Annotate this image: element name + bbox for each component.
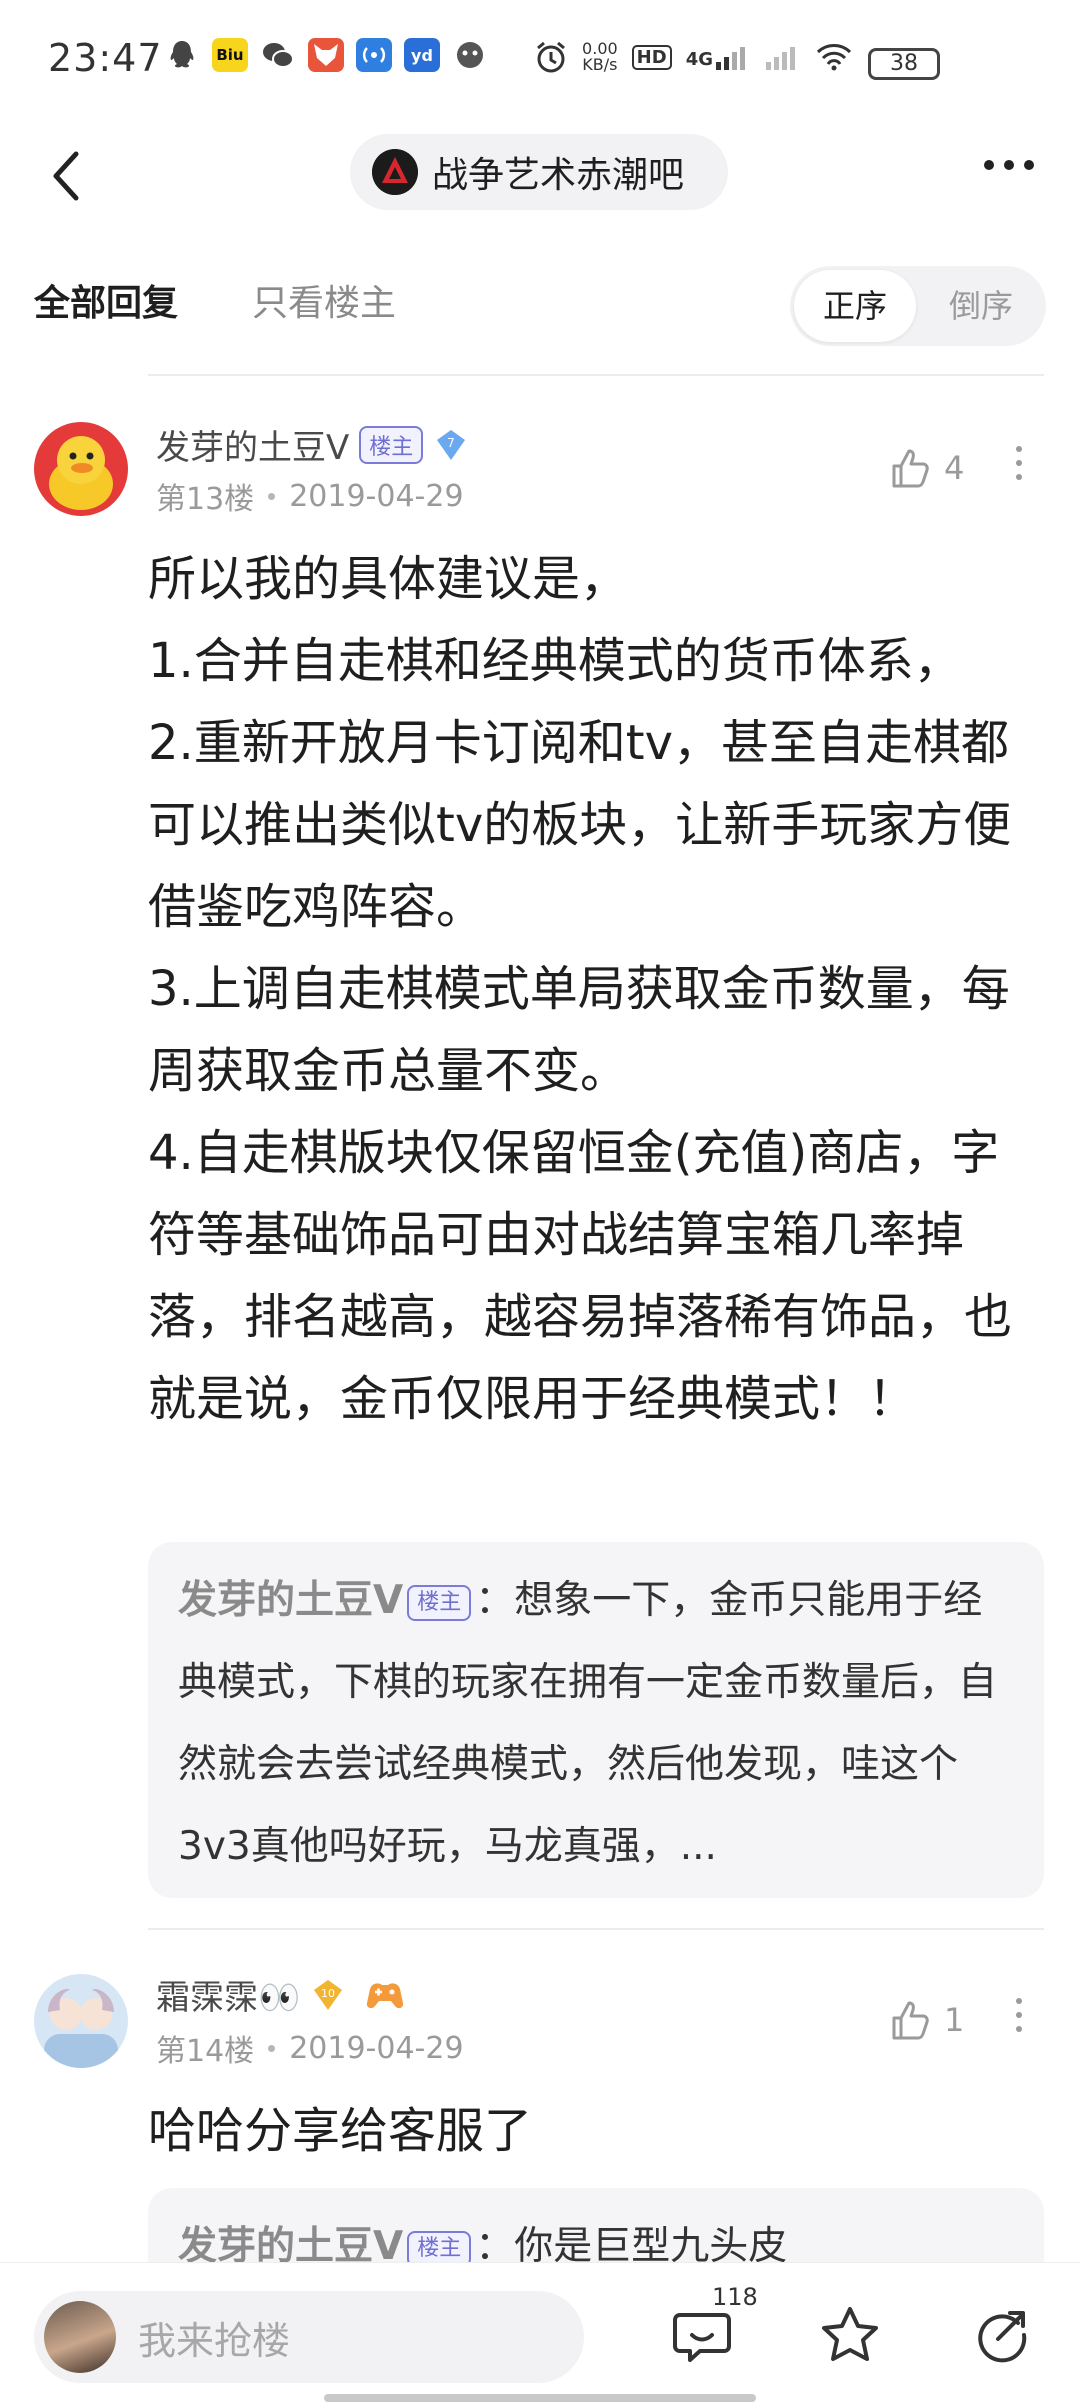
forum-logo-icon bbox=[372, 149, 418, 195]
author-name[interactable]: 霜霂霂👀 bbox=[156, 1970, 300, 2019]
floor-number: 第13楼 bbox=[156, 482, 255, 517]
status-time: 23:47 bbox=[48, 36, 163, 80]
hd-volte-badge: HD bbox=[631, 44, 672, 70]
sub-reply: 发芽的土豆V 楼主 ：想象一下，金币只能用于经典模式，下棋的玩家在拥有一定金币数量后… bbox=[178, 1560, 1016, 1888]
post-meta: 第14楼 2019-04-29 bbox=[156, 2026, 464, 2070]
op-badge: 楼主 bbox=[359, 425, 424, 464]
thumbs-up-icon bbox=[892, 2001, 929, 2040]
meta-separator bbox=[268, 492, 276, 500]
signal-4g-label: 4G bbox=[685, 49, 713, 70]
like-count: 1 bbox=[944, 2001, 965, 2039]
more-dot-icon bbox=[1004, 160, 1014, 170]
signal-4g: 4G bbox=[686, 44, 752, 70]
divider bbox=[148, 1928, 1044, 1930]
fox-app-icon bbox=[308, 38, 344, 72]
top-nav: 战争艺术赤潮吧 bbox=[0, 124, 1080, 224]
signal-bars-sim2-icon bbox=[766, 47, 795, 70]
more-dot-icon bbox=[1016, 2012, 1022, 2018]
notification-icons: Biu yd bbox=[164, 38, 488, 72]
more-options-button[interactable] bbox=[984, 160, 1034, 170]
post-date: 2019-04-29 bbox=[289, 2030, 464, 2066]
more-dot-icon bbox=[1016, 460, 1022, 466]
tab-op-only[interactable]: 只看楼主 bbox=[252, 274, 396, 326]
meta-separator bbox=[268, 2044, 276, 2052]
sub-reply-author[interactable]: 发芽的土豆V bbox=[178, 1578, 403, 1623]
like-button[interactable]: 4 bbox=[888, 446, 964, 490]
reply-filter-tabs: 全部回复 只看楼主 正序 倒序 bbox=[0, 262, 1080, 352]
broadcast-app-icon bbox=[356, 38, 392, 72]
alarm-icon bbox=[537, 41, 566, 73]
post-more-button[interactable] bbox=[1016, 446, 1024, 480]
forum-title-pill[interactable]: 战争艺术赤潮吧 bbox=[350, 134, 728, 210]
sort-toggle: 正序 倒序 bbox=[790, 266, 1046, 346]
post-more-button[interactable] bbox=[1016, 1998, 1024, 2032]
more-dot-icon bbox=[1016, 2026, 1022, 2032]
author-line: 发芽的土豆V 楼主 7 bbox=[156, 420, 469, 469]
avatar[interactable] bbox=[34, 1974, 128, 2068]
comments-button[interactable] bbox=[670, 2303, 734, 2367]
post-content: 所以我的具体建议是， 1.合并自走棋和经典模式的货币体系， 2.重新开放月卡订阅… bbox=[148, 551, 1013, 1427]
reply-placeholder: 我来抢楼 bbox=[138, 2318, 291, 2363]
qq-icon bbox=[164, 38, 200, 72]
op-badge: 楼主 bbox=[407, 1584, 472, 1621]
author-line: 霜霂霂👀 10 bbox=[156, 1970, 406, 2019]
signal-bars-icon bbox=[716, 47, 745, 70]
sort-ascending-button[interactable]: 正序 bbox=[794, 270, 916, 342]
wechat-icon bbox=[260, 38, 296, 72]
star-icon bbox=[822, 2307, 878, 2361]
favorite-button[interactable] bbox=[818, 2303, 882, 2367]
comment-count: 118 bbox=[712, 2283, 758, 2311]
face-app-icon bbox=[452, 38, 488, 72]
home-indicator[interactable] bbox=[324, 2394, 756, 2402]
comment-bubble-icon bbox=[673, 2313, 731, 2362]
divider bbox=[148, 374, 1044, 376]
chevron-left-icon bbox=[53, 151, 79, 201]
yd-app-icon: yd bbox=[404, 38, 440, 72]
author-name[interactable]: 发芽的土豆V bbox=[156, 420, 349, 469]
forum-name: 战争艺术赤潮吧 bbox=[432, 155, 685, 196]
avatar[interactable] bbox=[34, 422, 128, 516]
level-number: 7 bbox=[447, 436, 455, 450]
tab-all-replies[interactable]: 全部回复 bbox=[34, 274, 178, 326]
share-icon bbox=[978, 2311, 1027, 2363]
like-count: 4 bbox=[944, 449, 965, 487]
wifi-icon bbox=[816, 44, 852, 71]
post-meta: 第13楼 2019-04-29 bbox=[156, 474, 464, 518]
sub-reply-box[interactable]: 发芽的土豆V 楼主 ：想象一下，金币只能用于经典模式，下棋的玩家在拥有一定金币数量后… bbox=[148, 1542, 1044, 1898]
level-badge-icon: 10 bbox=[314, 1979, 343, 2010]
battery-indicator: 38 bbox=[868, 48, 940, 80]
bottom-action-bar: 我来抢楼 118 bbox=[0, 2262, 1080, 2408]
thumbs-up-icon bbox=[892, 449, 929, 488]
net-speed-unit: KB/s bbox=[582, 55, 618, 74]
back-button[interactable] bbox=[46, 146, 86, 206]
share-button[interactable] bbox=[970, 2303, 1034, 2367]
post-date: 2019-04-29 bbox=[289, 478, 464, 514]
status-bar: 23:47 Biu yd 0.00 KB/s HD 4G 38 bbox=[0, 0, 1080, 120]
my-avatar bbox=[44, 2301, 116, 2373]
more-dot-icon bbox=[1016, 1998, 1022, 2004]
more-dot-icon bbox=[1024, 160, 1034, 170]
reply-input[interactable]: 我来抢楼 bbox=[34, 2291, 584, 2383]
level-badge-icon: 7 bbox=[437, 429, 466, 460]
like-button[interactable]: 1 bbox=[888, 1998, 964, 2042]
more-dot-icon bbox=[984, 160, 994, 170]
more-dot-icon bbox=[1016, 446, 1022, 452]
game-controller-badge-icon bbox=[367, 1982, 404, 2008]
floor-number: 第14楼 bbox=[156, 2034, 255, 2069]
sort-descending-button[interactable]: 倒序 bbox=[920, 270, 1042, 342]
net-speed: 0.00 KB/s bbox=[582, 41, 618, 73]
post-content: 哈哈分享给客服了 bbox=[148, 2103, 533, 2159]
more-dot-icon bbox=[1016, 474, 1022, 480]
biu-app-icon: Biu bbox=[212, 38, 248, 72]
level-number: 10 bbox=[321, 1987, 335, 2000]
